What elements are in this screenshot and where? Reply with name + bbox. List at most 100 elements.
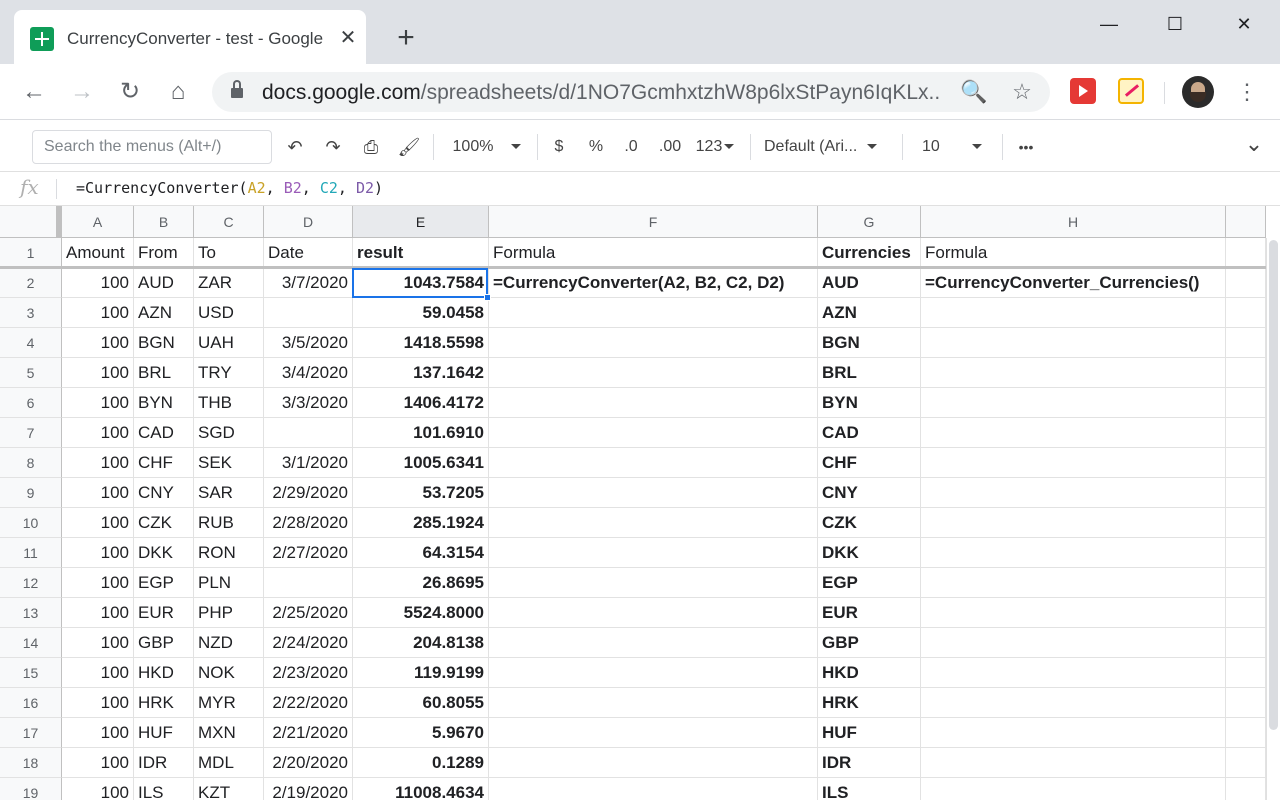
cell-a12[interactable]: 100 <box>62 568 134 598</box>
cell-f11[interactable] <box>489 538 818 568</box>
cell-f8[interactable] <box>489 448 818 478</box>
row-header[interactable]: 6 <box>0 388 62 418</box>
column-header-b[interactable]: B <box>134 206 194 238</box>
cell-e4[interactable]: 1418.5598 <box>353 328 489 358</box>
column-header-g[interactable]: G <box>818 206 921 238</box>
cell-d3[interactable] <box>264 298 353 328</box>
cell-c6[interactable]: THB <box>194 388 264 418</box>
cell-a15[interactable]: 100 <box>62 658 134 688</box>
column-header-d[interactable]: D <box>264 206 353 238</box>
cell-a16[interactable]: 100 <box>62 688 134 718</box>
cell-g8[interactable]: CHF <box>818 448 921 478</box>
row-header[interactable]: 2 <box>0 268 62 298</box>
cell-g18[interactable]: IDR <box>818 748 921 778</box>
cell-c14[interactable]: NZD <box>194 628 264 658</box>
cell-c9[interactable]: SAR <box>194 478 264 508</box>
format-percent-button[interactable]: % <box>584 132 608 162</box>
cell-a4[interactable]: 100 <box>62 328 134 358</box>
increase-decimals-button[interactable]: .00 <box>654 132 686 162</box>
address-bar[interactable]: docs.google.com/spreadsheets/d/1NO7Gcmhx… <box>212 72 1050 112</box>
cell-c18[interactable]: MDL <box>194 748 264 778</box>
cell-b16[interactable]: HRK <box>134 688 194 718</box>
cell-g11[interactable]: DKK <box>818 538 921 568</box>
cell-d15[interactable]: 2/23/2020 <box>264 658 353 688</box>
cell-d16[interactable]: 2/22/2020 <box>264 688 353 718</box>
row-header[interactable]: 17 <box>0 718 62 748</box>
cell-h19[interactable] <box>921 778 1226 800</box>
cell-g4[interactable]: BGN <box>818 328 921 358</box>
cell-d18[interactable]: 2/20/2020 <box>264 748 353 778</box>
cell-g1[interactable]: Currencies <box>818 238 921 268</box>
cell-b8[interactable]: CHF <box>134 448 194 478</box>
cell-d13[interactable]: 2/25/2020 <box>264 598 353 628</box>
row-header[interactable]: 15 <box>0 658 62 688</box>
cell-a9[interactable]: 100 <box>62 478 134 508</box>
cell-d10[interactable]: 2/28/2020 <box>264 508 353 538</box>
cell-f12[interactable] <box>489 568 818 598</box>
bookmark-star-icon[interactable]: ☆ <box>1007 77 1037 107</box>
reload-icon[interactable]: ↻ <box>114 76 146 108</box>
spreadsheet-grid[interactable]: A B C D E F G H 1 Amount From To Date result F… <box>0 206 1266 800</box>
cell-b15[interactable]: HKD <box>134 658 194 688</box>
row-header[interactable]: 10 <box>0 508 62 538</box>
cell-d6[interactable]: 3/3/2020 <box>264 388 353 418</box>
column-header-e[interactable]: E <box>353 206 489 238</box>
cell-f16[interactable] <box>489 688 818 718</box>
cell-b2[interactable]: AUD <box>134 268 194 298</box>
cell-c3[interactable]: USD <box>194 298 264 328</box>
cell-d2[interactable]: 3/7/2020 <box>264 268 353 298</box>
cell-a8[interactable]: 100 <box>62 448 134 478</box>
cell-a5[interactable]: 100 <box>62 358 134 388</box>
window-close-icon[interactable]: ✕ <box>1221 10 1267 38</box>
forward-icon[interactable]: → <box>66 76 98 108</box>
cell-i6[interactable] <box>1226 388 1266 418</box>
cell-c10[interactable]: RUB <box>194 508 264 538</box>
cell-a3[interactable]: 100 <box>62 298 134 328</box>
back-icon[interactable]: ← <box>18 76 50 108</box>
cell-d7[interactable] <box>264 418 353 448</box>
cell-g15[interactable]: HKD <box>818 658 921 688</box>
video-extension-icon[interactable] <box>1070 78 1096 104</box>
cell-c13[interactable]: PHP <box>194 598 264 628</box>
cell-f14[interactable] <box>489 628 818 658</box>
cell-h13[interactable] <box>921 598 1226 628</box>
profile-avatar[interactable] <box>1182 76 1214 108</box>
font-family-select[interactable]: Default (Ari... <box>764 132 892 162</box>
cell-h6[interactable] <box>921 388 1226 418</box>
cell-c1[interactable]: To <box>194 238 264 268</box>
row-header[interactable]: 11 <box>0 538 62 568</box>
cell-c7[interactable]: SGD <box>194 418 264 448</box>
collapse-toolbar-icon[interactable]: ⌄ <box>1240 132 1268 162</box>
cell-i8[interactable] <box>1226 448 1266 478</box>
cell-d8[interactable]: 3/1/2020 <box>264 448 353 478</box>
cell-a1[interactable]: Amount <box>62 238 134 268</box>
cell-d5[interactable]: 3/4/2020 <box>264 358 353 388</box>
cell-e16[interactable]: 60.8055 <box>353 688 489 718</box>
cell-h15[interactable] <box>921 658 1226 688</box>
row-header[interactable]: 12 <box>0 568 62 598</box>
cell-f1[interactable]: Formula <box>489 238 818 268</box>
cell-c17[interactable]: MXN <box>194 718 264 748</box>
row-header[interactable]: 3 <box>0 298 62 328</box>
cell-i2[interactable] <box>1226 268 1266 298</box>
column-header-c[interactable]: C <box>194 206 264 238</box>
page-zoom-icon[interactable]: 🔍 <box>959 77 989 107</box>
cell-b10[interactable]: CZK <box>134 508 194 538</box>
cell-b3[interactable]: AZN <box>134 298 194 328</box>
cell-d12[interactable] <box>264 568 353 598</box>
redo-icon[interactable]: ↷ <box>319 132 347 162</box>
cell-b17[interactable]: HUF <box>134 718 194 748</box>
cell-i12[interactable] <box>1226 568 1266 598</box>
cell-e7[interactable]: 101.6910 <box>353 418 489 448</box>
cell-g5[interactable]: BRL <box>818 358 921 388</box>
cell-c16[interactable]: MYR <box>194 688 264 718</box>
fill-handle[interactable] <box>484 294 491 301</box>
cell-h5[interactable] <box>921 358 1226 388</box>
cell-i5[interactable] <box>1226 358 1266 388</box>
cell-c19[interactable]: KZT <box>194 778 264 800</box>
decrease-decimals-button[interactable]: .0 <box>618 132 644 162</box>
cell-g6[interactable]: BYN <box>818 388 921 418</box>
cell-e8[interactable]: 1005.6341 <box>353 448 489 478</box>
cell-a6[interactable]: 100 <box>62 388 134 418</box>
cell-e17[interactable]: 5.9670 <box>353 718 489 748</box>
